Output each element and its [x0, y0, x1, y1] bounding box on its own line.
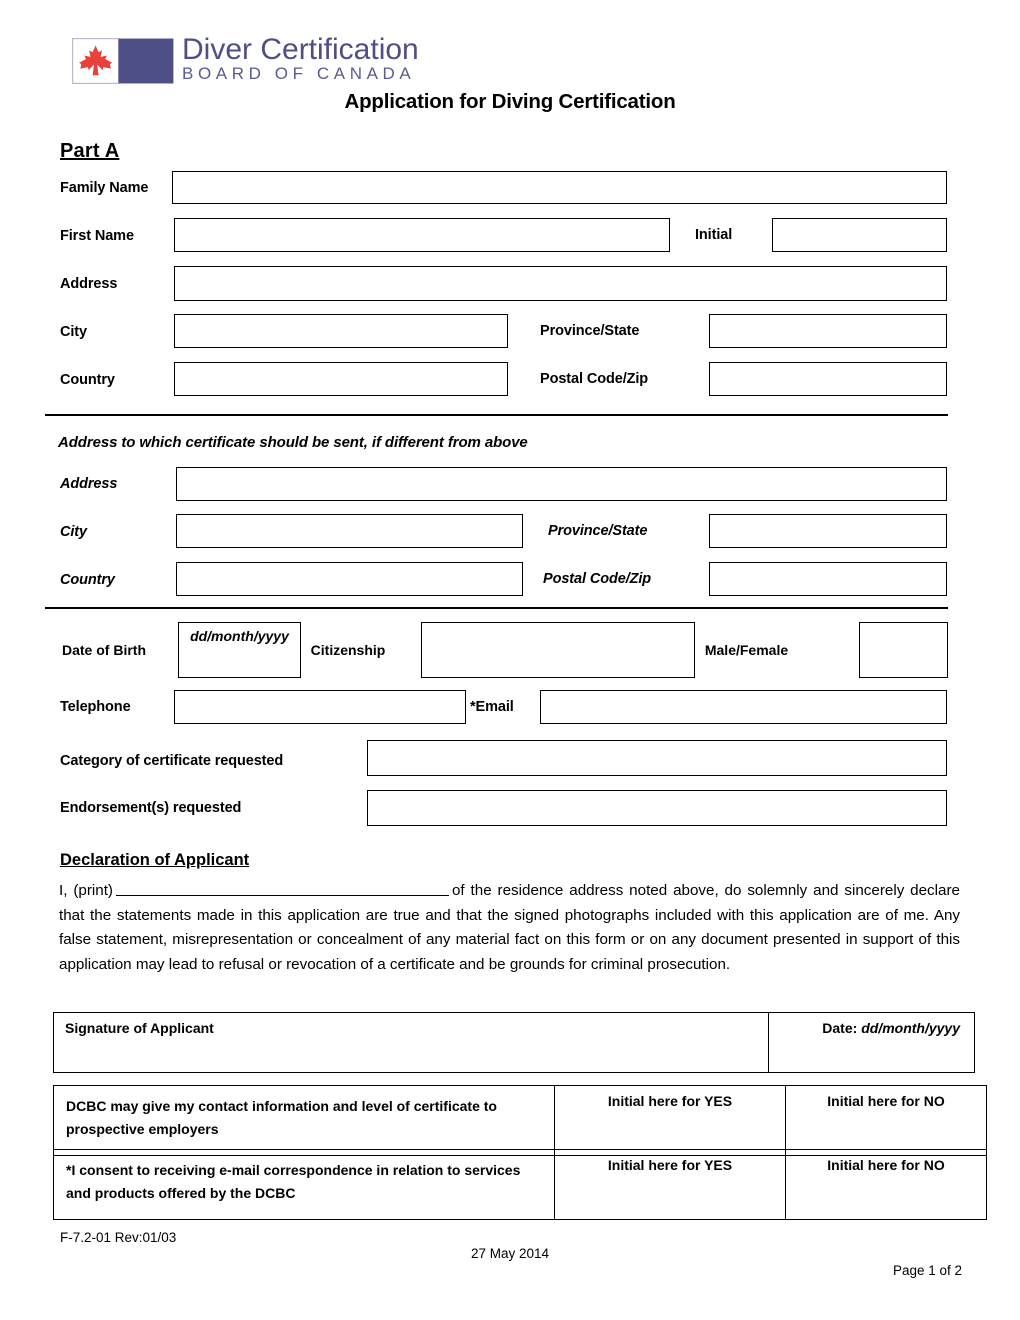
initial-yes-label-2: Initial here for YES [607, 1157, 733, 1173]
logo-wordmark: Diver Certification BOARD OF CANADA [182, 34, 419, 83]
footer-page-number: Page 1 of 2 [892, 1263, 962, 1278]
table-row: Date of Birth dd/month/yyyy Citizenship … [60, 622, 949, 678]
first-name-label: First Name [60, 228, 134, 244]
alt-address-note: Address to which certificate should be s… [58, 434, 528, 451]
declaration-heading: Declaration of Applicant [60, 851, 250, 869]
signature-field[interactable]: Signature of Applicant [53, 1012, 769, 1073]
postal-code-input[interactable] [709, 362, 947, 396]
page-title: Application for Diving Certification [344, 90, 676, 113]
country-input[interactable] [174, 362, 508, 396]
dob-input[interactable]: dd/month/yyyy [178, 622, 301, 678]
consent-text-1: DCBC may give my contact information and… [53, 1085, 555, 1156]
signature-table: Signature of Applicant Date: dd/month/yy… [53, 1012, 975, 1073]
consent-yes-cell-1[interactable]: Initial here for YES [554, 1085, 786, 1156]
print-name-blank[interactable] [115, 881, 449, 896]
initial-no-label-1: Initial here for NO [827, 1093, 945, 1109]
initial-no-label-2: Initial here for NO [827, 1157, 945, 1173]
consent-table-email: *I consent to receiving e-mail correspon… [53, 1149, 987, 1220]
gender-input[interactable] [858, 622, 949, 678]
consent-yes-cell-2[interactable]: Initial here for YES [554, 1149, 786, 1220]
logo-line-1: Diver Certification [182, 33, 419, 66]
category-input[interactable] [367, 740, 947, 776]
birth-info-table: Date of Birth dd/month/yyyy Citizenship … [60, 622, 949, 678]
alt-city-label: City [60, 524, 87, 540]
section-divider-1 [45, 414, 948, 416]
part-a-heading: Part A [60, 140, 120, 162]
declaration-lead-in: I, (print) [59, 882, 113, 899]
consent-no-cell-2[interactable]: Initial here for NO [785, 1149, 987, 1220]
table-row: *I consent to receiving e-mail correspon… [53, 1149, 987, 1220]
alt-address-label: Address [60, 476, 118, 492]
address-label: Address [60, 276, 118, 292]
email-label: *Email [470, 699, 514, 715]
initial-label: Initial [695, 227, 733, 243]
alt-country-input[interactable] [176, 562, 523, 596]
alt-postal-input[interactable] [709, 562, 947, 596]
signature-label: Signature of Applicant [65, 1020, 214, 1036]
dcbc-logo: Diver Certification BOARD OF CANADA [72, 34, 422, 90]
city-input[interactable] [174, 314, 508, 348]
signature-date-field[interactable]: Date: dd/month/yyyy [768, 1012, 975, 1073]
date-format-hint: dd/month/yyyy [861, 1020, 960, 1036]
table-row: DCBC may give my contact information and… [53, 1085, 987, 1156]
province-label: Province/State [540, 323, 640, 339]
consent-text-2: *I consent to receiving e-mail correspon… [53, 1149, 555, 1220]
address-input[interactable] [174, 266, 947, 301]
country-label: Country [60, 372, 115, 388]
initial-input[interactable] [772, 218, 947, 252]
consent-table-employers: DCBC may give my contact information and… [53, 1085, 987, 1156]
alt-province-label: Province/State [548, 523, 648, 539]
footer-date: 27 May 2014 [470, 1246, 550, 1261]
alt-city-input[interactable] [176, 514, 523, 548]
city-label: City [60, 324, 87, 340]
document-page: Diver Certification BOARD OF CANADA Appl… [0, 0, 1020, 1320]
date-label: Date [822, 1020, 853, 1036]
alt-country-label: Country [60, 572, 115, 588]
dob-label: Date of Birth [62, 642, 146, 658]
declaration-body: I, (print) of the residence address noted… [59, 879, 960, 977]
section-divider-2 [45, 607, 948, 609]
footer-form-code: F-7.2-01 Rev:01/03 [60, 1230, 177, 1245]
alt-province-input[interactable] [709, 514, 947, 548]
family-name-input[interactable] [172, 171, 947, 204]
table-row: Signature of Applicant Date: dd/month/yy… [53, 1012, 975, 1073]
alt-address-input[interactable] [176, 467, 947, 501]
province-input[interactable] [709, 314, 947, 348]
date-colon: : [852, 1020, 862, 1036]
first-name-input[interactable] [174, 218, 670, 252]
endorsement-label: Endorsement(s) requested [60, 800, 242, 816]
gender-label: Male/Female [704, 642, 789, 658]
citizenship-label: Citizenship [310, 642, 386, 658]
canada-flag-pennant-icon [72, 38, 174, 84]
family-name-label: Family Name [60, 180, 149, 196]
consent-no-cell-1[interactable]: Initial here for NO [785, 1085, 987, 1156]
citizenship-input[interactable] [421, 622, 695, 678]
logo-line-2: BOARD OF CANADA [182, 64, 416, 83]
postal-code-label: Postal Code/Zip [540, 371, 649, 387]
endorsement-input[interactable] [367, 790, 947, 826]
alt-postal-label: Postal Code/Zip [543, 571, 652, 587]
initial-yes-label-1: Initial here for YES [607, 1093, 733, 1109]
category-label: Category of certificate requested [60, 753, 284, 769]
telephone-label: Telephone [60, 699, 131, 715]
telephone-input[interactable] [174, 690, 466, 724]
email-input[interactable] [540, 690, 947, 724]
